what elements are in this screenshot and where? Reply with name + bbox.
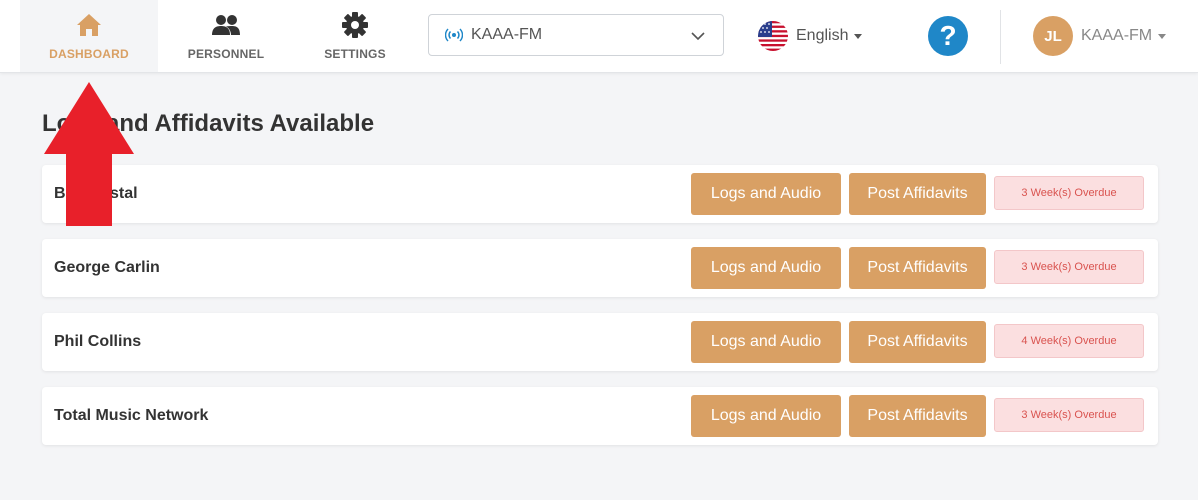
top-navbar: DASHBOARD PERSONNEL SETTINGS KAAA-FM Eng… [0,0,1198,73]
status-badge: 3 Week(s) Overdue [994,398,1144,432]
nav-dashboard-label: DASHBOARD [49,47,129,61]
users-icon [211,11,241,39]
caret-down-icon [1158,33,1167,39]
row-name: Total Music Network [54,407,209,424]
red-arrow-annotation [44,82,134,226]
list-item: Bill Crystal Logs and Audio Post Affidav… [42,165,1158,223]
navbar-divider [1000,10,1001,64]
avatar: JL [1033,16,1073,56]
user-menu[interactable]: JL KAAA-FM [1033,16,1167,56]
post-affidavits-button[interactable]: Post Affidavits [849,173,986,215]
nav-personnel-label: PERSONNEL [187,47,265,61]
logs-and-audio-button[interactable]: Logs and Audio [691,247,841,289]
station-select[interactable]: KAAA-FM [428,14,724,56]
row-name: Phil Collins [54,333,142,350]
home-icon [76,11,102,39]
station-select-value: KAAA-FM [471,26,543,43]
logs-and-audio-button[interactable]: Logs and Audio [691,173,841,215]
post-affidavits-button[interactable]: Post Affidavits [849,321,986,363]
us-flag-icon [758,21,788,51]
language-dropdown[interactable]: English [758,20,863,52]
question-icon: ? [939,20,957,51]
language-label: English [796,27,849,44]
help-button[interactable]: ? [928,16,968,56]
post-affidavits-button[interactable]: Post Affidavits [849,247,986,289]
nav-settings-label: SETTINGS [324,47,386,61]
row-name: George Carlin [54,259,160,276]
logs-and-audio-button[interactable]: Logs and Audio [691,395,841,437]
post-affidavits-button[interactable]: Post Affidavits [849,395,986,437]
status-badge: 3 Week(s) Overdue [994,250,1144,284]
caret-down-icon [854,33,863,39]
status-badge: 4 Week(s) Overdue [994,324,1144,358]
gear-icon [341,11,369,39]
user-name: KAAA-FM [1081,27,1153,44]
nav-settings[interactable]: SETTINGS [294,0,416,72]
status-badge: 3 Week(s) Overdue [994,176,1144,210]
list-item: Phil Collins Logs and Audio Post Affidav… [42,313,1158,371]
nav-dashboard[interactable]: DASHBOARD [20,0,158,72]
broadcast-icon [445,26,463,44]
nav-personnel[interactable]: PERSONNEL [158,0,294,72]
logs-and-audio-button[interactable]: Logs and Audio [691,321,841,363]
list-item: George Carlin Logs and Audio Post Affida… [42,239,1158,297]
chevron-down-icon [691,28,705,46]
list-item: Total Music Network Logs and Audio Post … [42,387,1158,445]
